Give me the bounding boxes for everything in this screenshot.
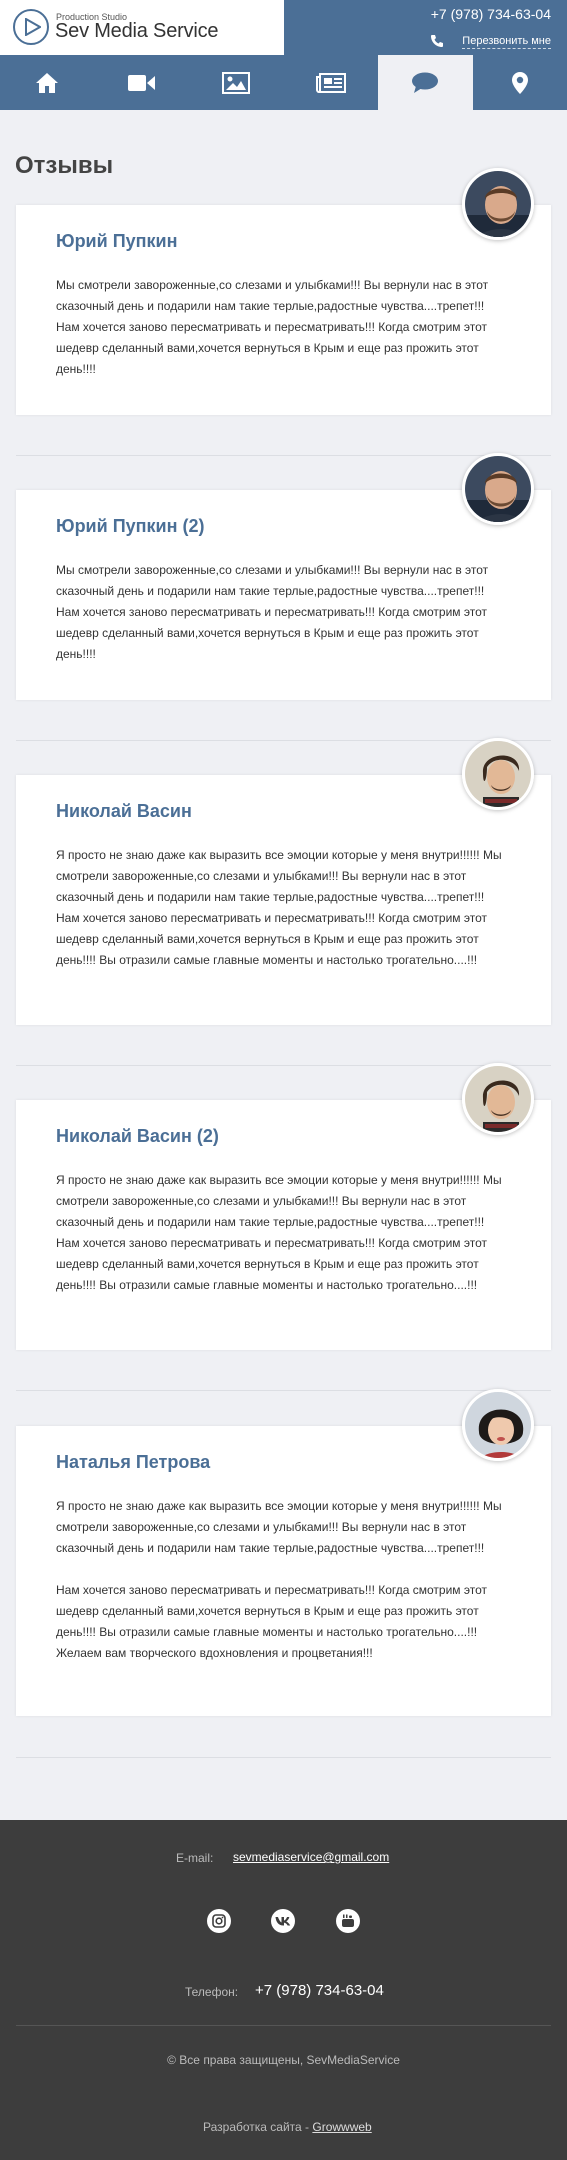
youtube-link[interactable] (336, 1909, 360, 1933)
nav-location[interactable] (473, 55, 567, 110)
instagram-icon (212, 1914, 226, 1928)
phone-label: Телефон: (185, 1985, 239, 1999)
review-card: Николай Васин Я просто не знаю даже как … (16, 775, 551, 1025)
review-author: Наталья Петрова (56, 1452, 211, 1472)
review-card: Наталья Петрова Я просто не знаю даже ка… (16, 1426, 551, 1716)
avatar (462, 168, 534, 240)
video-icon (127, 74, 155, 91)
vk-link[interactable] (271, 1909, 295, 1933)
avatar (462, 453, 534, 525)
review-text: Я просто не знаю даже как выразить все э… (56, 845, 506, 971)
review-author: Юрий Пупкин (56, 231, 178, 251)
developer-credit: Разработка сайта - Growwweb (203, 2120, 372, 2134)
phone-icon (431, 35, 443, 47)
youtube-icon (342, 1914, 354, 1927)
footer-divider (16, 2025, 551, 2026)
divider (16, 455, 551, 456)
email-link[interactable]: sevmediaservice@gmail.com (233, 1850, 389, 1864)
avatar (462, 1389, 534, 1461)
divider (16, 1390, 551, 1391)
copyright: © Все права защищены, SevMediaService (167, 2053, 400, 2067)
review-text: Мы смотрели завороженные,со слезами и ул… (56, 560, 506, 665)
review-text: Я просто не знаю даже как выразить все э… (56, 1170, 506, 1296)
divider (16, 1757, 551, 1758)
review-card: Юрий Пупкин (2) Мы смотрели завороженные… (16, 490, 551, 700)
developer-label: Разработка сайта - (203, 2120, 313, 2134)
news-icon (315, 72, 346, 93)
review-paragraph: Мы смотрели завороженные,со слезами и ул… (56, 563, 489, 661)
divider (16, 1065, 551, 1066)
header-phone[interactable]: +7 (978) 734-63-04 (431, 6, 551, 22)
review-paragraph: Нам хочется заново пересматривать и пере… (56, 1583, 488, 1660)
vk-icon (275, 1917, 291, 1926)
avatar (462, 1063, 534, 1135)
logo[interactable]: Production Studio Sev Media Service (0, 0, 284, 55)
home-icon (36, 72, 59, 93)
divider (16, 740, 551, 741)
review-author: Николай Васин (56, 801, 192, 821)
review-paragraph: Я просто не знаю даже как выразить все э… (56, 1173, 502, 1292)
page-title: Отзывы (15, 152, 114, 179)
review-paragraph: Мы смотрели завороженные,со слезами и ул… (56, 278, 489, 376)
nav-home[interactable] (0, 55, 95, 110)
review-card: Николай Васин (2) Я просто не знаю даже … (16, 1100, 551, 1350)
review-paragraph: Я просто не знаю даже как выразить все э… (56, 848, 502, 967)
review-text: Я просто не знаю даже как выразить все э… (56, 1496, 506, 1664)
avatar (462, 738, 534, 810)
reviews-icon (412, 72, 439, 93)
nav-news[interactable] (284, 55, 379, 110)
main-nav (0, 55, 567, 110)
review-card: Юрий Пупкин Мы смотрели завороженные,со … (16, 205, 551, 415)
review-author: Николай Васин (2) (56, 1126, 219, 1146)
review-paragraph: Я просто не знаю даже как выразить все э… (56, 1499, 502, 1555)
nav-reviews[interactable] (378, 55, 473, 110)
photo-icon (222, 71, 251, 94)
developer-link[interactable]: Growwweb (312, 2120, 371, 2134)
nav-photo[interactable] (189, 55, 284, 110)
review-text: Мы смотрели завороженные,со слезами и ул… (56, 275, 506, 380)
instagram-link[interactable] (207, 1909, 231, 1933)
review-author: Юрий Пупкин (2) (56, 516, 205, 536)
nav-video[interactable] (95, 55, 190, 110)
site-footer: E-mail: sevmediaservice@gmail.com Телефо… (0, 1820, 567, 2160)
callback-link[interactable]: Перезвонить мне (462, 34, 551, 49)
logo-title: Sev Media Service (55, 20, 219, 42)
play-logo-icon (13, 9, 49, 45)
email-label: E-mail: (176, 1851, 214, 1865)
location-icon (511, 71, 528, 94)
site-header: Production Studio Sev Media Service +7 (… (0, 0, 567, 55)
footer-phone[interactable]: +7 (978) 734-63-04 (255, 1982, 384, 1999)
